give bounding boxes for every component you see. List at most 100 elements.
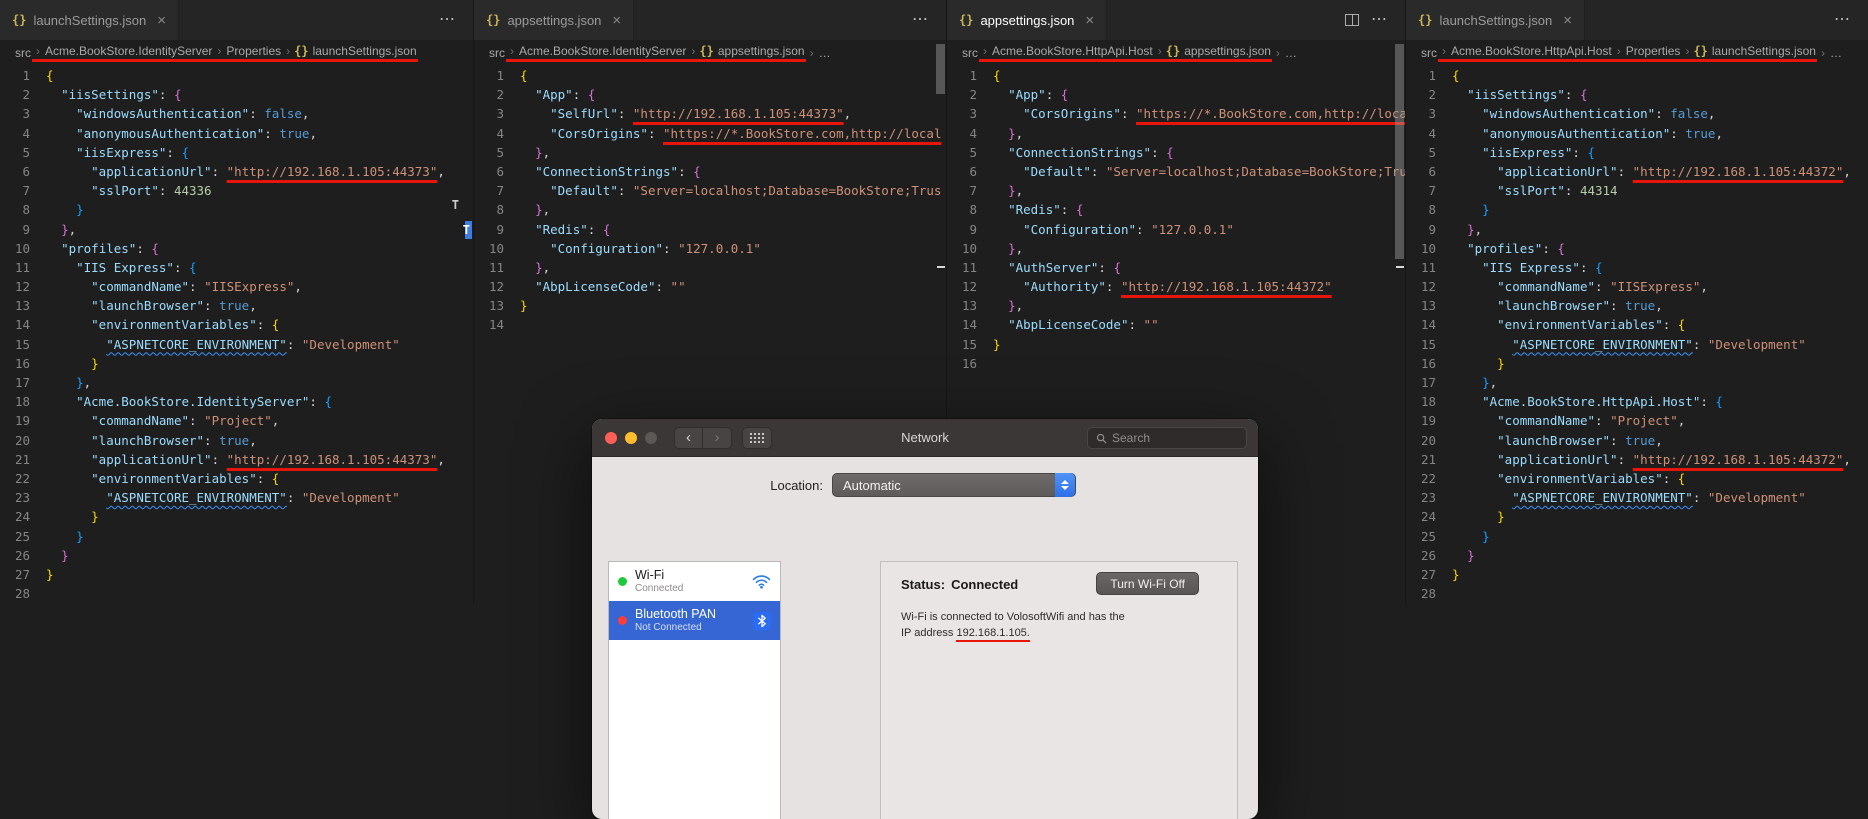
close-window-button[interactable] (605, 432, 617, 444)
code-line[interactable]: 26 } (0, 546, 473, 565)
breadcrumb-ellipsis[interactable]: … (1829, 46, 1843, 60)
search-field[interactable]: Search (1087, 427, 1247, 449)
code-line[interactable]: 22 "environmentVariables": { (1406, 469, 1868, 488)
more-actions-icon[interactable]: ⋯ (439, 12, 455, 28)
code-line[interactable]: 8 } (1406, 200, 1868, 219)
editor-tab[interactable]: {} launchSettings.json × (1406, 0, 1585, 40)
breadcrumb[interactable]: src › Acme.BookStore.HttpApi.Host › Properti… (1406, 40, 1868, 66)
code-line[interactable]: 3 "SelfUrl": "http://192.168.1.105:44373… (474, 104, 946, 123)
more-actions-icon[interactable]: ⋯ (1371, 12, 1387, 28)
code-line[interactable]: 3 "CorsOrigins": "https://*.BookStore.co… (947, 104, 1405, 123)
code-line[interactable]: 22 "environmentVariables": { (0, 469, 473, 488)
tab-close-icon[interactable]: × (157, 12, 166, 29)
code-line[interactable]: 12 "Authority": "http://192.168.1.105:44… (947, 277, 1405, 296)
more-actions-icon[interactable]: ⋯ (1834, 12, 1850, 28)
code-line[interactable]: 7 "Default": "Server=localhost;Database=… (474, 181, 946, 200)
code-line[interactable]: 8 } (0, 200, 473, 219)
code-line[interactable]: 9 }, (1406, 220, 1868, 239)
breadcrumb-item[interactable]: src (14, 46, 32, 60)
code-line[interactable]: 5 }, (474, 143, 946, 162)
show-all-button[interactable] (742, 427, 772, 449)
code-line[interactable]: 7 "sslPort": 44314 (1406, 181, 1868, 200)
code-line[interactable]: 2 "App": { (947, 85, 1405, 104)
code-line[interactable]: 11 "IIS Express": { (1406, 258, 1868, 277)
breadcrumb-item[interactable]: appsettings.json (1183, 44, 1272, 58)
network-service-row[interactable]: Wi-Fi Connected (609, 562, 780, 601)
code-line[interactable]: 6 "ConnectionStrings": { (474, 162, 946, 181)
code-line[interactable]: 2 "iisSettings": { (0, 85, 473, 104)
code-line[interactable]: 1{ (947, 66, 1405, 85)
more-actions-icon[interactable]: ⋯ (912, 12, 928, 28)
breadcrumb-item[interactable]: src (488, 46, 506, 60)
code-line[interactable]: 7 "sslPort": 44336 (0, 181, 473, 200)
code-line[interactable]: 14 "environmentVariables": { (1406, 315, 1868, 334)
code-line[interactable]: 9 "Redis": { (474, 220, 946, 239)
code-line[interactable]: 1{ (1406, 66, 1868, 85)
code-line[interactable]: 28 (1406, 584, 1868, 603)
location-dropdown[interactable]: Automatic (832, 473, 1076, 497)
code-line[interactable]: 16 } (1406, 354, 1868, 373)
breadcrumb-item[interactable]: launchSettings.json (312, 44, 418, 58)
code-line[interactable]: 4 "CorsOrigins": "https://*.BookStore.co… (474, 124, 946, 143)
code-line[interactable]: 10 }, (947, 239, 1405, 258)
code-line[interactable]: 1{ (474, 66, 946, 85)
code-line[interactable]: 10 "profiles": { (0, 239, 473, 258)
code-line[interactable]: 24 } (1406, 507, 1868, 526)
tab-close-icon[interactable]: × (1085, 12, 1094, 29)
code-line[interactable]: 25 } (0, 527, 473, 546)
breadcrumb-item[interactable]: Properties (225, 44, 282, 58)
code-line[interactable]: 9 }, (0, 220, 473, 239)
zoom-window-button[interactable] (645, 432, 657, 444)
code-line[interactable]: 27} (0, 565, 473, 584)
breadcrumb-item[interactable]: src (961, 46, 979, 60)
breadcrumb-item[interactable]: src (1420, 46, 1438, 60)
scrollbar-thumb[interactable] (936, 44, 945, 94)
code-line[interactable]: 11 "AuthServer": { (947, 258, 1405, 277)
code-line[interactable]: 12 "AbpLicenseCode": "" (474, 277, 946, 296)
code-line[interactable]: 16 } (0, 354, 473, 373)
turn-wifi-off-button[interactable]: Turn Wi-Fi Off (1096, 572, 1199, 595)
code-line[interactable]: 19 "commandName": "Project", (1406, 411, 1868, 430)
code-line[interactable]: 24 } (0, 507, 473, 526)
code-line[interactable]: 18 "Acme.BookStore.IdentityServer": { (0, 392, 473, 411)
code-line[interactable]: 11 "IIS Express": { (0, 258, 473, 277)
code-line[interactable]: 7 }, (947, 181, 1405, 200)
network-service-row[interactable]: Bluetooth PAN Not Connected (609, 601, 780, 640)
code-line[interactable]: 21 "applicationUrl": "http://192.168.1.1… (1406, 450, 1868, 469)
editor-tab[interactable]: {} appsettings.json × (947, 0, 1108, 40)
forward-button[interactable]: › (703, 427, 732, 449)
dialog-titlebar[interactable]: Network ‹ › Search (592, 419, 1258, 457)
code-line[interactable]: 6 "applicationUrl": "http://192.168.1.10… (0, 162, 473, 181)
code-line[interactable]: 5 "iisExpress": { (1406, 143, 1868, 162)
code-editor[interactable]: 1{2 "iisSettings": {3 "windowsAuthentica… (0, 66, 473, 604)
breadcrumb-ellipsis[interactable]: … (818, 46, 832, 60)
code-line[interactable]: 4 "anonymousAuthentication": true, (0, 124, 473, 143)
code-line[interactable]: 14 "AbpLicenseCode": "" (947, 315, 1405, 334)
code-line[interactable]: 12 "commandName": "IISExpress", (1406, 277, 1868, 296)
back-button[interactable]: ‹ (674, 427, 703, 449)
code-line[interactable]: 10 "Configuration": "127.0.0.1" (474, 239, 946, 258)
code-line[interactable]: 13 "launchBrowser": true, (1406, 296, 1868, 315)
breadcrumb-item[interactable]: Properties (1625, 44, 1682, 58)
code-line[interactable]: 3 "windowsAuthentication": false, (0, 104, 473, 123)
code-line[interactable]: 16 (947, 354, 1405, 373)
code-line[interactable]: 6 "Default": "Server=localhost;Database=… (947, 162, 1405, 181)
code-line[interactable]: 1{ (0, 66, 473, 85)
code-line[interactable]: 6 "applicationUrl": "http://192.168.1.10… (1406, 162, 1868, 181)
tab-close-icon[interactable]: × (1563, 12, 1572, 29)
code-line[interactable]: 18 "Acme.BookStore.HttpApi.Host": { (1406, 392, 1868, 411)
code-line[interactable]: 10 "profiles": { (1406, 239, 1868, 258)
code-line[interactable]: 17 }, (0, 373, 473, 392)
breadcrumb[interactable]: src › Acme.BookStore.HttpApi.Host ›{} appset… (947, 40, 1405, 66)
code-line[interactable]: 13 }, (947, 296, 1405, 315)
code-line[interactable]: 13} (474, 296, 946, 315)
code-line[interactable]: 15 "ASPNETCORE_ENVIRONMENT": "Developmen… (1406, 335, 1868, 354)
code-line[interactable]: 25 } (1406, 527, 1868, 546)
breadcrumb[interactable]: src › Acme.BookStore.IdentityServer ›{} apps… (474, 40, 946, 66)
breadcrumb-item[interactable]: launchSettings.json (1711, 44, 1817, 58)
editor-tab[interactable]: {} launchSettings.json × (0, 0, 179, 40)
code-line[interactable]: 14 "environmentVariables": { (0, 315, 473, 334)
code-line[interactable]: 26 } (1406, 546, 1868, 565)
breadcrumb-ellipsis[interactable]: … (1284, 46, 1298, 60)
code-line[interactable]: 5 "ConnectionStrings": { (947, 143, 1405, 162)
